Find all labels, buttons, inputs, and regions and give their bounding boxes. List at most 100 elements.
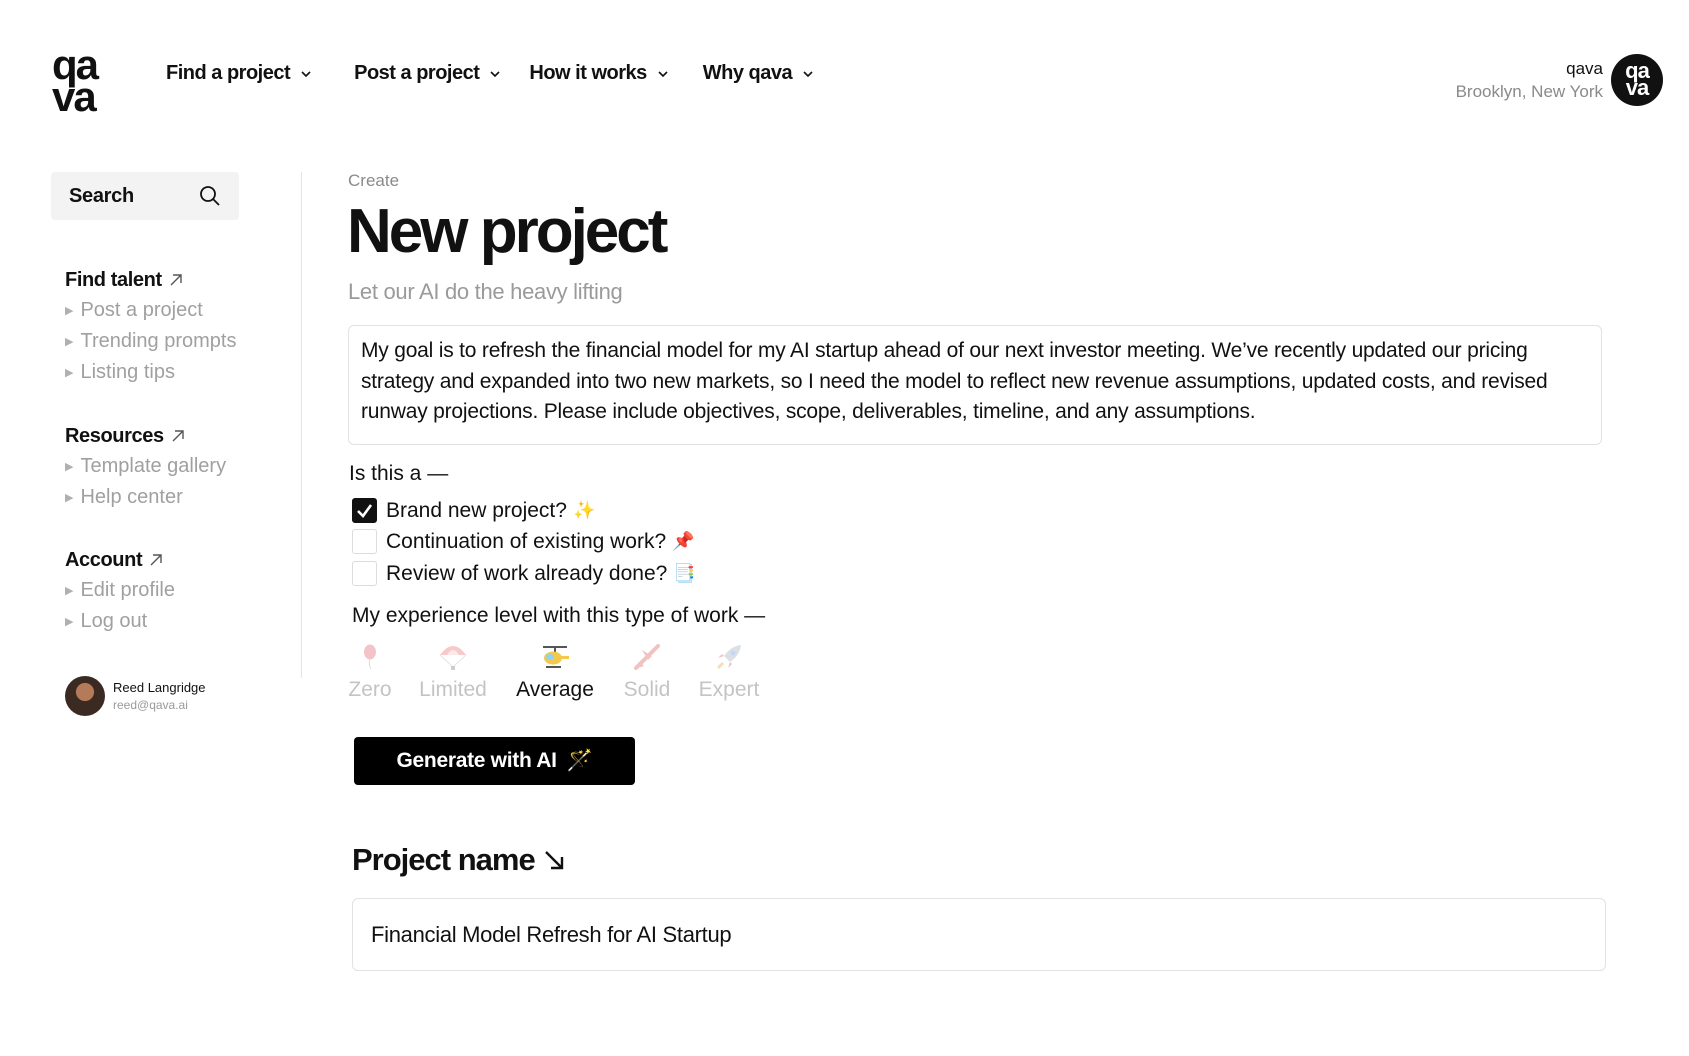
sidebar-section-account: Account ▶ Edit profile ▶ Log out	[65, 545, 175, 637]
account-avatar[interactable]: qa va	[1611, 54, 1663, 106]
breadcrumb: Create	[348, 171, 400, 190]
sidebar-item-label: Help center	[80, 486, 183, 508]
experience-question: My experience level with this type of wo…	[352, 604, 766, 627]
checkbox-unchecked[interactable]	[352, 529, 377, 554]
helicopter-icon	[539, 640, 571, 674]
rocket-icon	[714, 640, 744, 674]
sidebar-item-help-center[interactable]: ▶ Help center	[65, 482, 226, 513]
level-label: Zero	[348, 678, 392, 701]
sidebar-item-log-out[interactable]: ▶ Log out	[65, 606, 175, 637]
sidebar-title-label: Account	[65, 548, 143, 571]
sidebar-title-account[interactable]: Account	[65, 545, 175, 575]
experience-level-selector: Zero Limited Average Solid Expert	[348, 640, 762, 702]
search-label: Search	[69, 184, 134, 207]
top-navigation: Find a project Post a project How it wor…	[166, 62, 814, 85]
checkmark-icon	[357, 504, 373, 518]
sidebar-item-post-a-project[interactable]: ▶ Post a project	[65, 295, 236, 326]
magic-wand-icon: 🪄	[566, 749, 593, 772]
logo-line-2: va	[52, 73, 97, 120]
checkbox-unchecked[interactable]	[352, 561, 377, 586]
nav-why-qava[interactable]: Why qava	[703, 62, 814, 85]
arrow-up-right-icon	[170, 274, 182, 286]
avatar	[65, 676, 105, 716]
profile-email: reed@qava.ai	[113, 698, 188, 712]
parachute-icon	[438, 640, 468, 674]
generate-with-ai-button[interactable]: Generate with AI 🪄	[354, 737, 635, 785]
option-label: Review of work already done?	[386, 561, 668, 585]
project-goal-textarea[interactable]: My goal is to refresh the financial mode…	[348, 325, 1602, 445]
account-name: qava	[1566, 58, 1603, 78]
sidebar-section-find-talent: Find talent ▶ Post a project ▶ Trending pr…	[65, 265, 236, 388]
pushpin-icon: 📌	[672, 531, 695, 551]
option-continuation-of-existing-work[interactable]: Continuation of existing work? 📌	[352, 529, 695, 554]
experience-level-solid[interactable]: Solid	[622, 640, 672, 702]
balloon-icon	[362, 640, 378, 674]
nav-find-a-project[interactable]: Find a project	[166, 62, 312, 85]
experience-level-average[interactable]: Average	[512, 640, 598, 702]
sidebar-item-edit-profile[interactable]: ▶ Edit profile	[65, 575, 175, 606]
nav-label: Find a project	[166, 62, 291, 84]
sidebar-section-resources: Resources ▶ Template gallery ▶ Help center	[65, 421, 226, 513]
search-input[interactable]: Search	[51, 172, 239, 220]
nav-label: How it works	[529, 62, 647, 84]
arrow-down-right-icon	[544, 851, 563, 870]
nav-label: Post a project	[354, 62, 480, 84]
project-name-input[interactable]: Financial Model Refresh for AI Startup	[352, 898, 1606, 971]
option-label: Brand new project?	[386, 498, 567, 522]
airplane-icon	[632, 640, 662, 674]
sidebar-item-label: Log out	[80, 610, 148, 632]
option-label: Continuation of existing work?	[386, 529, 667, 553]
option-brand-new-project[interactable]: Brand new project? ✨	[352, 498, 595, 523]
nav-how-it-works[interactable]: How it works	[529, 62, 668, 85]
chevron-down-icon	[803, 70, 813, 77]
level-label: Solid	[623, 678, 671, 701]
arrow-up-right-icon	[172, 430, 184, 442]
experience-level-zero[interactable]: Zero	[348, 640, 392, 702]
project-type-question: Is this a —	[349, 462, 449, 485]
chevron-down-icon	[301, 70, 311, 77]
triangle-right-icon: ▶	[65, 367, 74, 379]
profile-text: Reed Langridge reed@qava.ai	[113, 680, 206, 712]
sidebar-item-label: Edit profile	[80, 579, 175, 601]
search-icon[interactable]	[199, 185, 221, 207]
triangle-right-icon: ▶	[65, 492, 74, 504]
level-label: Expert	[698, 678, 760, 701]
sidebar-title-label: Find talent	[65, 268, 162, 291]
triangle-right-icon: ▶	[65, 305, 74, 317]
triangle-right-icon: ▶	[65, 616, 74, 628]
chevron-down-icon	[490, 70, 500, 77]
account-location: Brooklyn, New York	[1455, 81, 1603, 101]
page-title: New project	[347, 197, 668, 266]
sidebar-user-profile[interactable]: Reed Langridge reed@qava.ai	[65, 676, 206, 716]
sidebar-title-label: Resources	[65, 424, 164, 447]
account-header[interactable]: qava Brooklyn, New York qa va	[1456, 54, 1663, 106]
chevron-down-icon	[658, 70, 668, 77]
nav-label: Why qava	[702, 62, 793, 84]
document-icon: 📑	[673, 563, 696, 583]
generate-button-label: Generate with AI	[396, 749, 557, 772]
level-label: Average	[516, 678, 594, 701]
option-review-of-work-already-done[interactable]: Review of work already done? 📑	[352, 561, 696, 586]
page-subtitle: Let our AI do the heavy lifting	[348, 279, 623, 304]
sidebar-item-template-gallery[interactable]: ▶ Template gallery	[65, 451, 226, 482]
sidebar-title-resources[interactable]: Resources	[65, 421, 226, 451]
project-name-heading: Project name	[352, 842, 565, 878]
sparkles-icon: ✨	[572, 500, 596, 520]
experience-level-expert[interactable]: Expert	[696, 640, 762, 702]
checkbox-checked[interactable]	[352, 498, 377, 523]
experience-level-limited[interactable]: Limited	[418, 640, 488, 702]
sidebar-item-listing-tips[interactable]: ▶ Listing tips	[65, 357, 236, 388]
avatar-line-2: va	[1625, 75, 1649, 100]
sidebar-item-trending-prompts[interactable]: ▶ Trending prompts	[65, 326, 236, 357]
sidebar-item-label: Listing tips	[80, 361, 175, 383]
level-label: Limited	[419, 678, 487, 701]
triangle-right-icon: ▶	[65, 585, 74, 597]
nav-post-a-project[interactable]: Post a project	[354, 62, 501, 85]
sidebar-item-label: Template gallery	[80, 455, 227, 477]
project-name-heading-label: Project name	[352, 842, 536, 877]
sidebar-divider	[301, 172, 302, 678]
profile-name: Reed Langridge	[113, 680, 206, 695]
qava-logo[interactable]: qa va	[52, 44, 112, 120]
sidebar-title-find-talent[interactable]: Find talent	[65, 265, 236, 295]
arrow-up-right-icon	[150, 554, 162, 566]
